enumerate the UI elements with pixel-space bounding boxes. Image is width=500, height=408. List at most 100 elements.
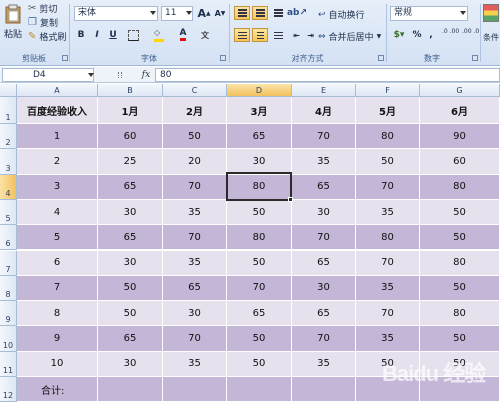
row-header-3[interactable]: 3 (0, 149, 17, 175)
table-cell[interactable]: 8 (17, 301, 98, 327)
table-cell[interactable]: 50 (227, 351, 292, 377)
table-cell[interactable]: 65 (98, 225, 163, 251)
name-box[interactable]: D4 (2, 68, 94, 82)
table-cell[interactable]: 80 (356, 225, 420, 251)
row-header-11[interactable]: 11 (0, 351, 17, 377)
column-header-b[interactable]: B (98, 84, 163, 97)
table-cell[interactable]: 35 (356, 199, 420, 226)
align-bottom-button[interactable] (270, 6, 286, 20)
table-cell[interactable]: 35 (163, 250, 227, 276)
table-cell[interactable]: 30 (98, 351, 163, 377)
table-cell[interactable]: 50 (98, 275, 163, 302)
table-cell[interactable]: 80 (420, 301, 500, 327)
table-cell[interactable]: 65 (98, 174, 163, 200)
table-cell[interactable]: 7 (17, 275, 98, 302)
table-cell[interactable] (163, 377, 227, 403)
chevron-down-icon[interactable] (150, 11, 156, 15)
row-header-7[interactable]: 7 (0, 250, 17, 276)
table-cell[interactable] (98, 377, 163, 403)
table-cell[interactable]: 50 (356, 149, 420, 175)
orientation-button[interactable]: ab↗ (287, 6, 307, 20)
table-cell[interactable]: 4 (17, 199, 98, 226)
decrease-decimal-button[interactable]: .00 .0 (462, 28, 480, 35)
table-cell[interactable]: 50 (163, 124, 227, 150)
table-cell[interactable]: 2 (17, 149, 98, 175)
table-cell[interactable]: 70 (292, 326, 356, 352)
accounting-format-button[interactable]: $▾ (390, 28, 408, 42)
align-right-button[interactable] (270, 28, 286, 42)
header-cell[interactable]: 6月 (420, 97, 500, 124)
table-cell[interactable]: 70 (292, 225, 356, 251)
table-cell[interactable]: 65 (292, 250, 356, 276)
column-header-g[interactable]: G (420, 84, 500, 97)
table-cell[interactable]: 65 (227, 301, 292, 327)
row-header-12[interactable]: 12 (0, 377, 17, 403)
merge-center-button[interactable]: ⇔ 合并后居中 ▼ (318, 30, 381, 44)
font-color-button[interactable]: A (176, 28, 190, 42)
fill-color-button[interactable]: ◇ (152, 28, 166, 42)
font-name-select[interactable]: 宋体 (74, 6, 158, 21)
table-cell[interactable]: 合计: (17, 377, 98, 403)
header-cell[interactable]: 2月 (163, 97, 227, 124)
table-cell[interactable]: 35 (163, 351, 227, 377)
wrap-text-button[interactable]: ↩ 自动换行 (318, 8, 365, 22)
header-cell[interactable]: 4月 (292, 97, 356, 124)
splitter-handle[interactable] (118, 72, 122, 78)
column-header-e[interactable]: E (292, 84, 356, 97)
shrink-font-button[interactable]: A ▼ (213, 6, 227, 20)
table-cell[interactable]: 65 (163, 275, 227, 302)
copy-button[interactable]: ❐ 复制 (28, 16, 58, 29)
table-cell[interactable]: 50 (420, 199, 500, 226)
row-header-8[interactable]: 8 (0, 275, 17, 302)
table-cell[interactable]: 60 (98, 124, 163, 150)
table-cell[interactable]: 65 (292, 301, 356, 327)
clipboard-launcher-icon[interactable] (62, 55, 68, 61)
conditional-formatting-button[interactable]: 条件 (482, 4, 500, 50)
table-cell[interactable]: 50 (98, 301, 163, 327)
table-cell[interactable] (227, 377, 292, 403)
table-cell[interactable]: 65 (98, 326, 163, 352)
row-header-5[interactable]: 5 (0, 199, 17, 226)
table-cell[interactable]: 35 (163, 199, 227, 226)
row-header-2[interactable]: 2 (0, 124, 17, 150)
cut-button[interactable]: ✂ 剪切 (28, 2, 57, 15)
grow-font-button[interactable]: A ▲ (197, 6, 211, 20)
column-header-c[interactable]: C (163, 84, 227, 97)
chevron-down-icon[interactable] (186, 11, 192, 15)
number-launcher-icon[interactable] (472, 55, 478, 61)
table-cell[interactable]: 50 (227, 326, 292, 352)
row-header-9[interactable]: 9 (0, 301, 17, 327)
table-cell[interactable]: 6 (17, 250, 98, 276)
increase-decimal-button[interactable]: .0 .00 (442, 28, 460, 35)
borders-button[interactable] (126, 28, 140, 42)
table-cell[interactable]: 50 (227, 250, 292, 276)
table-cell[interactable]: 30 (292, 275, 356, 302)
table-cell[interactable]: 65 (227, 124, 292, 150)
table-cell[interactable]: 70 (163, 174, 227, 200)
font-launcher-icon[interactable] (220, 55, 226, 61)
format-painter-button[interactable]: ✎ 格式刷 (28, 30, 66, 43)
row-header-6[interactable]: 6 (0, 225, 17, 251)
table-cell[interactable]: 35 (356, 275, 420, 302)
table-cell[interactable]: 10 (17, 351, 98, 377)
table-cell[interactable]: 3 (17, 174, 98, 200)
align-middle-button[interactable] (252, 6, 268, 20)
decrease-indent-button[interactable]: ⇤ (290, 28, 303, 42)
table-cell[interactable]: 50 (420, 326, 500, 352)
table-cell[interactable]: 70 (292, 124, 356, 150)
column-header-a[interactable]: A (17, 84, 98, 97)
table-cell[interactable]: 30 (292, 199, 356, 226)
bold-button[interactable]: B (74, 28, 88, 42)
header-cell[interactable]: 百度经验收入 (17, 97, 98, 124)
row-header-10[interactable]: 10 (0, 326, 17, 352)
table-cell[interactable]: 30 (98, 199, 163, 226)
table-cell[interactable]: 80 (420, 250, 500, 276)
table-cell[interactable]: 70 (163, 225, 227, 251)
percent-style-button[interactable]: % (410, 28, 424, 42)
formula-input[interactable]: 80 (155, 68, 500, 82)
table-cell[interactable]: 70 (163, 326, 227, 352)
select-all-corner[interactable] (0, 84, 17, 97)
align-top-button[interactable] (234, 6, 250, 20)
table-cell[interactable]: 70 (356, 301, 420, 327)
table-cell[interactable]: 35 (292, 351, 356, 377)
